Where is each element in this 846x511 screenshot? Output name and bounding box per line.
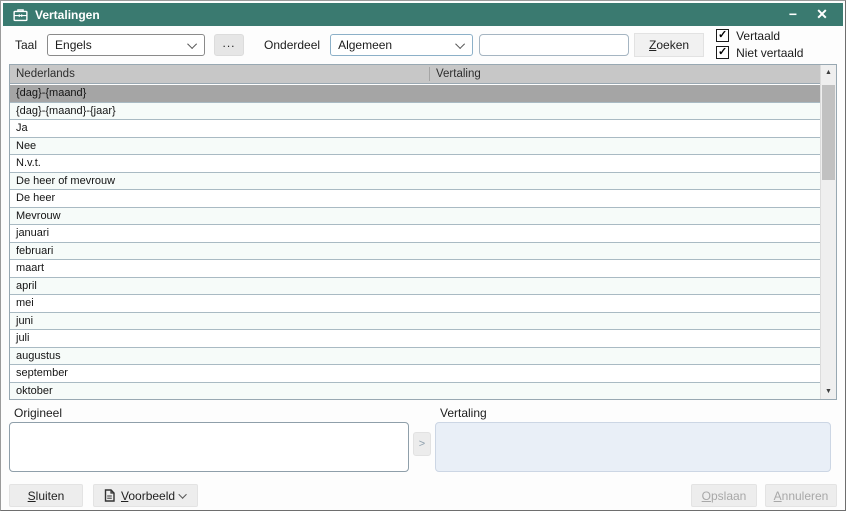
cell-nederlands: januari <box>10 227 49 239</box>
scroll-down-icon[interactable]: ▼ <box>821 384 836 399</box>
table-row[interactable]: Mevrouw <box>10 208 820 226</box>
cell-nederlands: juli <box>10 332 29 344</box>
original-textarea[interactable] <box>9 422 409 472</box>
cell-nederlands: Mevrouw <box>10 210 61 222</box>
checkbox-row-niet-vertaald[interactable]: ✓ Niet vertaald <box>716 46 803 60</box>
vertalingen-dialog: Vertalingen − ✕ Taal Engels ... Onderdee… <box>0 0 846 511</box>
table-row[interactable]: februari <box>10 243 820 261</box>
document-icon <box>104 489 115 502</box>
table-row[interactable]: mei <box>10 295 820 313</box>
cell-nederlands: oktober <box>10 385 53 397</box>
preview-button-label: Voorbeeld <box>121 489 175 503</box>
minimize-button[interactable]: − <box>782 4 804 25</box>
table-row[interactable]: maart <box>10 260 820 278</box>
filter-checkboxes: ✓ Vertaald ✓ Niet vertaald <box>716 29 803 60</box>
table-body: {dag}-{maand} {dag}-{maand}-{jaar} Ja Nee N.… <box>10 85 820 399</box>
scrollbar-thumb[interactable] <box>822 85 835 180</box>
table-row[interactable]: {dag}-{maand}-{jaar} <box>10 103 820 121</box>
table-row[interactable]: N.v.t. <box>10 155 820 173</box>
cell-nederlands: Ja <box>10 122 28 134</box>
cell-nederlands: augustus <box>10 350 61 362</box>
briefcase-icon <box>13 8 28 22</box>
cell-nederlands: april <box>10 280 37 292</box>
table-row[interactable]: oktober <box>10 383 820 401</box>
toolbar: Taal Engels ... Onderdeel Algemeen Zoeke… <box>1 26 845 64</box>
table-header: Nederlands Vertaling <box>10 65 836 84</box>
cell-nederlands: september <box>10 367 68 379</box>
section-dropdown[interactable]: Algemeen <box>330 34 473 56</box>
translation-textarea[interactable] <box>435 422 831 472</box>
cell-nederlands: De heer <box>10 192 55 204</box>
table-row[interactable]: De heer of mevrouw <box>10 173 820 191</box>
checkbox-niet-vertaald-label: Niet vertaald <box>736 46 803 60</box>
language-dropdown[interactable]: Engels <box>47 34 205 56</box>
cell-nederlands: februari <box>10 245 53 257</box>
checkbox-vertaald-label: Vertaald <box>736 29 780 43</box>
search-button[interactable]: Zoeken <box>634 33 704 57</box>
footer-button-bar: Sluiten Voorbeeld Opslaan Annuleren <box>1 484 845 507</box>
cell-nederlands: juni <box>10 315 33 327</box>
column-divider <box>429 67 430 81</box>
close-dialog-button[interactable]: Sluiten <box>9 484 83 507</box>
cell-nederlands: {dag}-{maand}-{jaar} <box>10 105 116 117</box>
section-dropdown-value: Algemeen <box>338 38 458 52</box>
cell-nederlands: {dag}-{maand} <box>10 87 86 99</box>
edit-panel: Origineel > Vertaling <box>1 400 845 472</box>
more-languages-button[interactable]: ... <box>214 34 244 56</box>
cell-nederlands: De heer of mevrouw <box>10 175 115 187</box>
translations-table: Nederlands Vertaling {dag}-{maand}{dag}-… <box>9 64 837 400</box>
cancel-button[interactable]: Annuleren <box>765 484 837 507</box>
table-row[interactable]: {dag}-{maand} <box>10 85 820 103</box>
original-label: Origineel <box>9 403 409 422</box>
table-row[interactable]: juli <box>10 330 820 348</box>
cell-nederlands: Nee <box>10 140 36 152</box>
translation-label: Vertaling <box>435 403 831 422</box>
checkbox-row-vertaald[interactable]: ✓ Vertaald <box>716 29 803 43</box>
checkbox-vertaald[interactable]: ✓ <box>716 29 729 42</box>
close-button[interactable]: ✕ <box>811 4 833 25</box>
scroll-up-icon[interactable]: ▲ <box>821 65 836 80</box>
table-row[interactable]: juni <box>10 313 820 331</box>
vertical-scrollbar[interactable]: ▲ ▼ <box>820 65 836 399</box>
save-button[interactable]: Opslaan <box>691 484 757 507</box>
chevron-down-icon <box>178 490 186 498</box>
cell-nederlands: mei <box>10 297 34 309</box>
table-row[interactable]: Nee <box>10 138 820 156</box>
language-label: Taal <box>15 38 37 52</box>
column-header-vertaling[interactable]: Vertaling <box>436 68 481 80</box>
transfer-button[interactable]: > <box>413 432 431 456</box>
search-input[interactable] <box>479 34 629 56</box>
cell-nederlands: maart <box>10 262 44 274</box>
titlebar: Vertalingen − ✕ <box>3 3 843 26</box>
section-label: Onderdeel <box>264 38 320 52</box>
window-title: Vertalingen <box>35 8 100 22</box>
column-header-nederlands[interactable]: Nederlands <box>10 68 75 80</box>
preview-button[interactable]: Voorbeeld <box>93 484 198 507</box>
table-row[interactable]: De heer <box>10 190 820 208</box>
table-row[interactable]: september <box>10 365 820 383</box>
checkbox-niet-vertaald[interactable]: ✓ <box>716 46 729 59</box>
table-row[interactable]: augustus <box>10 348 820 366</box>
table-row[interactable]: Ja <box>10 120 820 138</box>
language-dropdown-value: Engels <box>55 38 190 52</box>
table-row[interactable]: april <box>10 278 820 296</box>
table-row[interactable]: januari <box>10 225 820 243</box>
cell-nederlands: N.v.t. <box>10 157 41 169</box>
